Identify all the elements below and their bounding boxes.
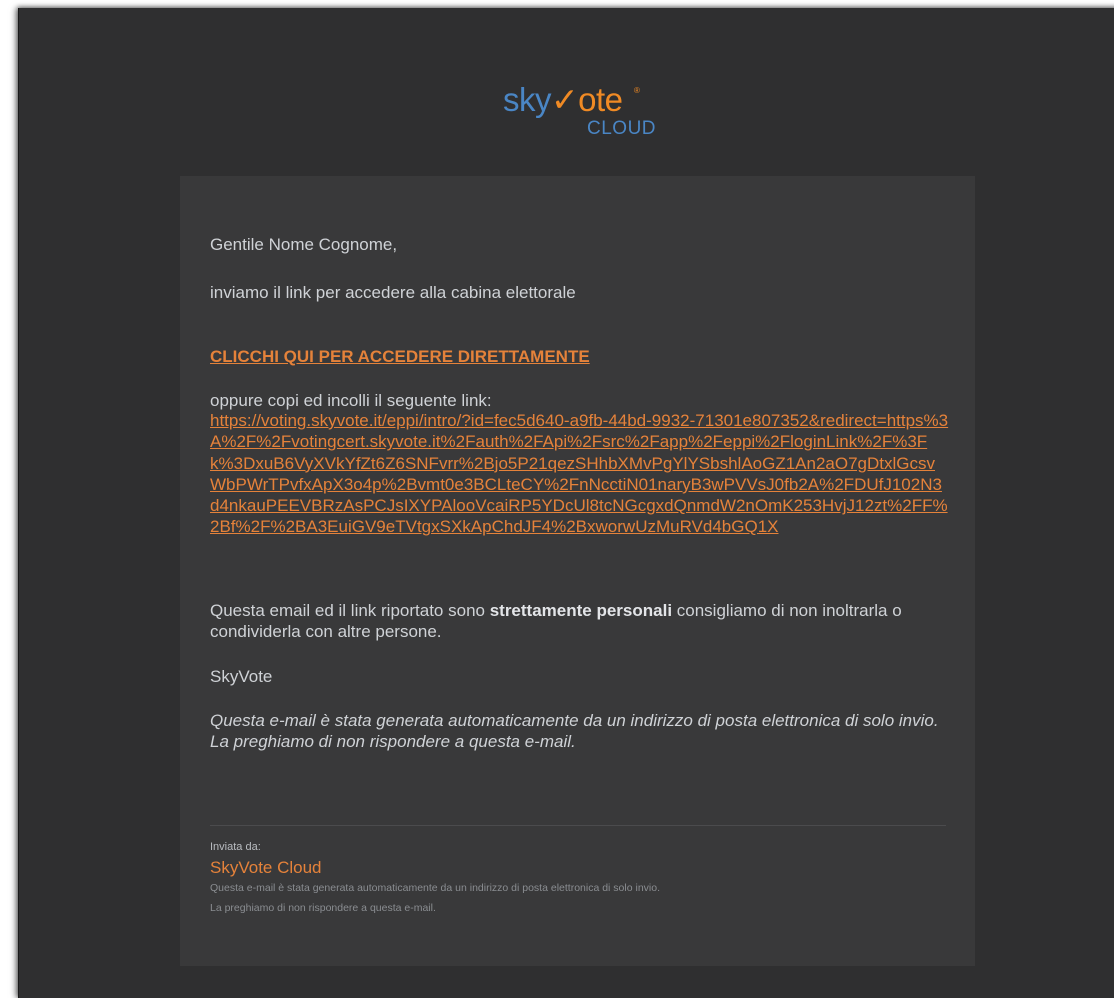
logo-cloud-text: CLOUD	[587, 118, 657, 139]
signature: SkyVote	[210, 667, 273, 686]
intro-text: inviamo il link per accedere alla cabina…	[210, 283, 576, 302]
email-card: Gentile Nome Cognome, inviamo il link pe…	[180, 176, 975, 966]
personal-notice-bold: strettamente personali	[489, 601, 673, 620]
logo-vote-text: ote	[578, 81, 623, 118]
greeting: Gentile Nome Cognome,	[210, 235, 398, 254]
skyvote-logo: sky✓ote ® CLOUD	[503, 80, 663, 150]
email-window: sky✓ote ® CLOUD Gentile Nome Cognome, in…	[18, 8, 1114, 998]
logo-sky-text: sky	[503, 81, 552, 118]
auto-notice-line-2: La preghiamo di non rispondere a questa …	[210, 732, 576, 751]
footer-note-line-1: Questa e-mail è stata generata automatic…	[210, 882, 661, 894]
email-footer: Inviata da: SkyVote Cloud Questa e-mail …	[210, 840, 950, 918]
logo-registered-mark: ®	[634, 86, 640, 95]
copy-link-label: oppure copi ed incolli il seguente link:	[210, 391, 492, 410]
voting-url-link[interactable]: https://voting.skyvote.it/eppi/intro/?id…	[210, 410, 950, 538]
auto-generated-notice: Questa e-mail è stata generata automatic…	[210, 710, 950, 752]
sender-brand: SkyVote Cloud	[210, 858, 322, 877]
access-directly-link[interactable]: CLICCHI QUI PER ACCEDERE DIRETTAMENTE	[210, 346, 590, 367]
footer-divider	[210, 825, 946, 826]
logo-check-icon: ✓	[551, 81, 579, 118]
logo-wordmark: sky✓ote	[503, 80, 623, 119]
personal-notice: Questa email ed il link riportato sono s…	[210, 600, 950, 642]
footer-note-line-2: La preghiamo di non rispondere a questa …	[210, 902, 436, 914]
sent-by-label: Inviata da:	[210, 841, 261, 853]
auto-notice-line-1: Questa e-mail è stata generata automatic…	[210, 711, 939, 730]
personal-notice-start: Questa email ed il link riportato sono	[210, 601, 490, 620]
